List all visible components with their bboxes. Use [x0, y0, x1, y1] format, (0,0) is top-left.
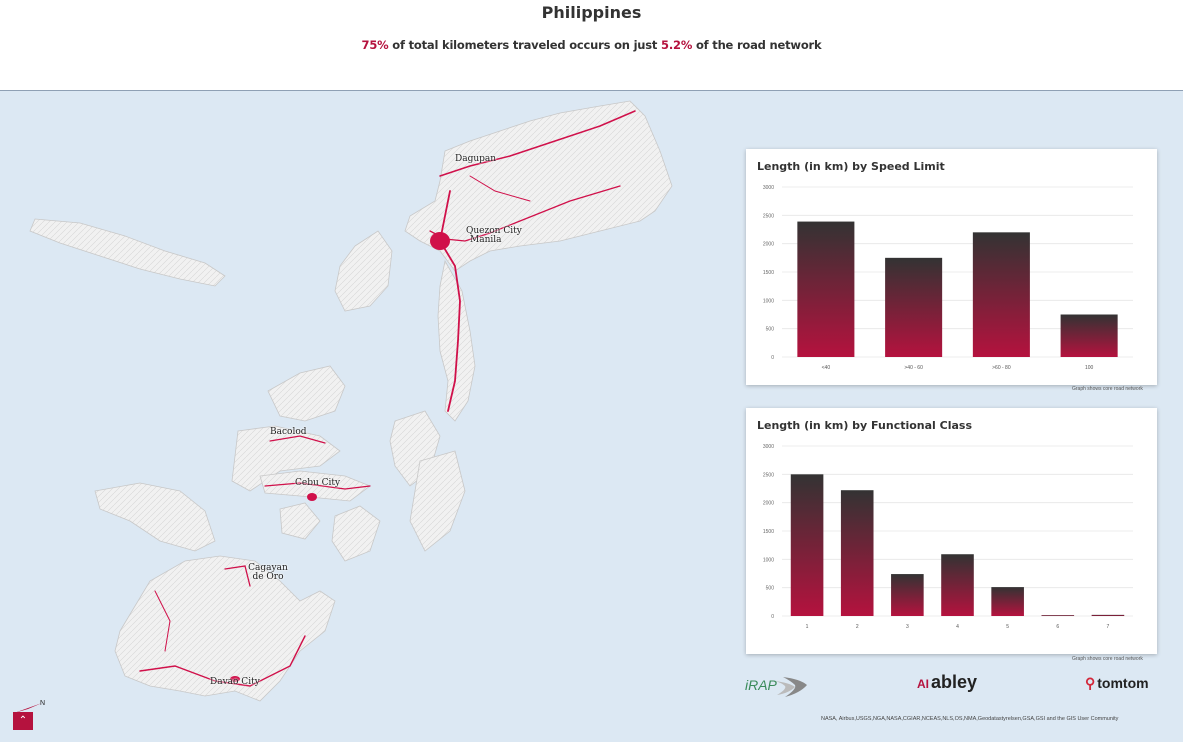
subtitle-pct-traveled: 75%: [361, 38, 389, 52]
subtitle-pct-network: 5.2%: [661, 38, 693, 52]
x-tick-label: 2: [856, 624, 859, 630]
y-tick-label: 1000: [763, 298, 774, 304]
city-label-dagupan: Dagupan: [455, 154, 497, 164]
x-tick-label: 7: [1107, 624, 1110, 630]
y-tick-label: 2000: [763, 501, 774, 507]
y-tick-label: 2500: [763, 213, 774, 219]
bar-4[interactable]: [941, 554, 974, 616]
page-title: Philippines: [541, 3, 642, 22]
y-tick-label: 500: [766, 586, 775, 592]
island-zamboanga: [94, 482, 216, 552]
x-tick-label: >60 - 80: [992, 365, 1011, 371]
bar->60 - 80[interactable]: [972, 232, 1030, 357]
island-bicol: [437, 259, 476, 422]
city-label-davao: Davao City: [210, 677, 260, 687]
abley-logo-text: abley: [931, 672, 978, 692]
subtitle: 75% of total kilometers traveled occurs …: [0, 38, 1183, 52]
subtitle-text-end: of the road network: [692, 38, 822, 52]
cebu-metro: [307, 493, 317, 501]
speed-limit-chart: 0 500 1000 1500 2000 2500 3000 <40 >40 - 60 >60 -…: [763, 185, 1133, 371]
abley-logo-mark: AI: [917, 677, 929, 691]
city-label-manila: Manila: [470, 235, 502, 245]
y-tick-label: 1500: [763, 529, 774, 535]
bar-100[interactable]: [1060, 314, 1118, 358]
bar->40 - 60[interactable]: [885, 257, 943, 357]
bar-1[interactable]: [790, 474, 824, 616]
y-tick-label: 3000: [763, 444, 774, 450]
x-tick-label: >40 - 60: [904, 365, 923, 371]
x-tick-label: 5: [1006, 624, 1009, 630]
x-tick-label: 3: [906, 624, 909, 630]
y-tick-label: 500: [766, 327, 775, 333]
city-label-cagayan: Cagayan de Oro: [248, 563, 288, 582]
x-tick-label: 100: [1085, 365, 1094, 371]
x-tick-label: 4: [956, 624, 959, 630]
y-tick-label: 2000: [763, 242, 774, 248]
x-tick-label: 6: [1056, 624, 1059, 630]
functional-class-chart-panel: Length (in km) by Functional Class 0 500 1…: [746, 408, 1157, 654]
y-tick-label: 2500: [763, 472, 774, 478]
x-tick-label: 1: [806, 624, 809, 630]
map-attribution: NASA, Airbus,USGS,NGA,NASA,CGIAR,NCEAS,N…: [821, 716, 1119, 722]
chevron-up-icon[interactable]: ⌃: [13, 712, 33, 730]
map-pin-icon: ⚲: [1085, 675, 1096, 691]
tomtom-logo-text: tomtom: [1097, 675, 1149, 691]
speed-limit-chart-panel: Length (in km) by Speed Limit 0 500 1000 15…: [746, 149, 1157, 385]
island-bohol: [279, 502, 321, 540]
y-tick-label: 0: [771, 355, 774, 361]
y-tick-label: 3000: [763, 185, 774, 191]
bar-<40[interactable]: [797, 221, 855, 357]
irap-logo: iRAP: [745, 673, 810, 699]
bar-6[interactable]: [1041, 615, 1075, 616]
speed-limit-chart-note: Graph shows core road network: [1072, 386, 1143, 392]
bar-3[interactable]: [891, 574, 924, 616]
y-tick-label: 0: [771, 614, 774, 620]
city-label-bacolod: Bacolod: [270, 427, 307, 437]
island-palawan: [29, 218, 226, 287]
x-tick-label: <40: [822, 365, 831, 371]
irap-swoosh-icon: [775, 677, 807, 697]
bar-2[interactable]: [840, 490, 874, 616]
subtitle-text-mid: of total kilometers traveled occurs on j…: [388, 38, 662, 52]
manila-metro: [430, 232, 450, 250]
island-panay: [267, 365, 346, 422]
y-tick-label: 1500: [763, 270, 774, 276]
tomtom-logo: ⚲ tomtom: [1085, 675, 1149, 692]
functional-class-chart: 0 500 1000 1500 2000 2500 3000 1 2 3 4 5 6 7: [763, 444, 1133, 630]
functional-class-chart-note: Graph shows core road network: [1072, 656, 1143, 662]
island-small: [331, 505, 381, 562]
bar-7[interactable]: [1091, 614, 1125, 616]
abley-logo: AI abley: [917, 672, 977, 693]
header: Philippines 75% of total kilometers trav…: [0, 0, 1183, 90]
svg-text:N: N: [40, 700, 45, 707]
y-tick-label: 1000: [763, 557, 774, 563]
map[interactable]: Dagupan Quezon City Manila Bacolod Cebu …: [0, 90, 1183, 742]
island-mindoro: [334, 230, 393, 312]
city-label-cebu: Cebu City: [295, 478, 341, 488]
bar-5[interactable]: [991, 587, 1024, 616]
